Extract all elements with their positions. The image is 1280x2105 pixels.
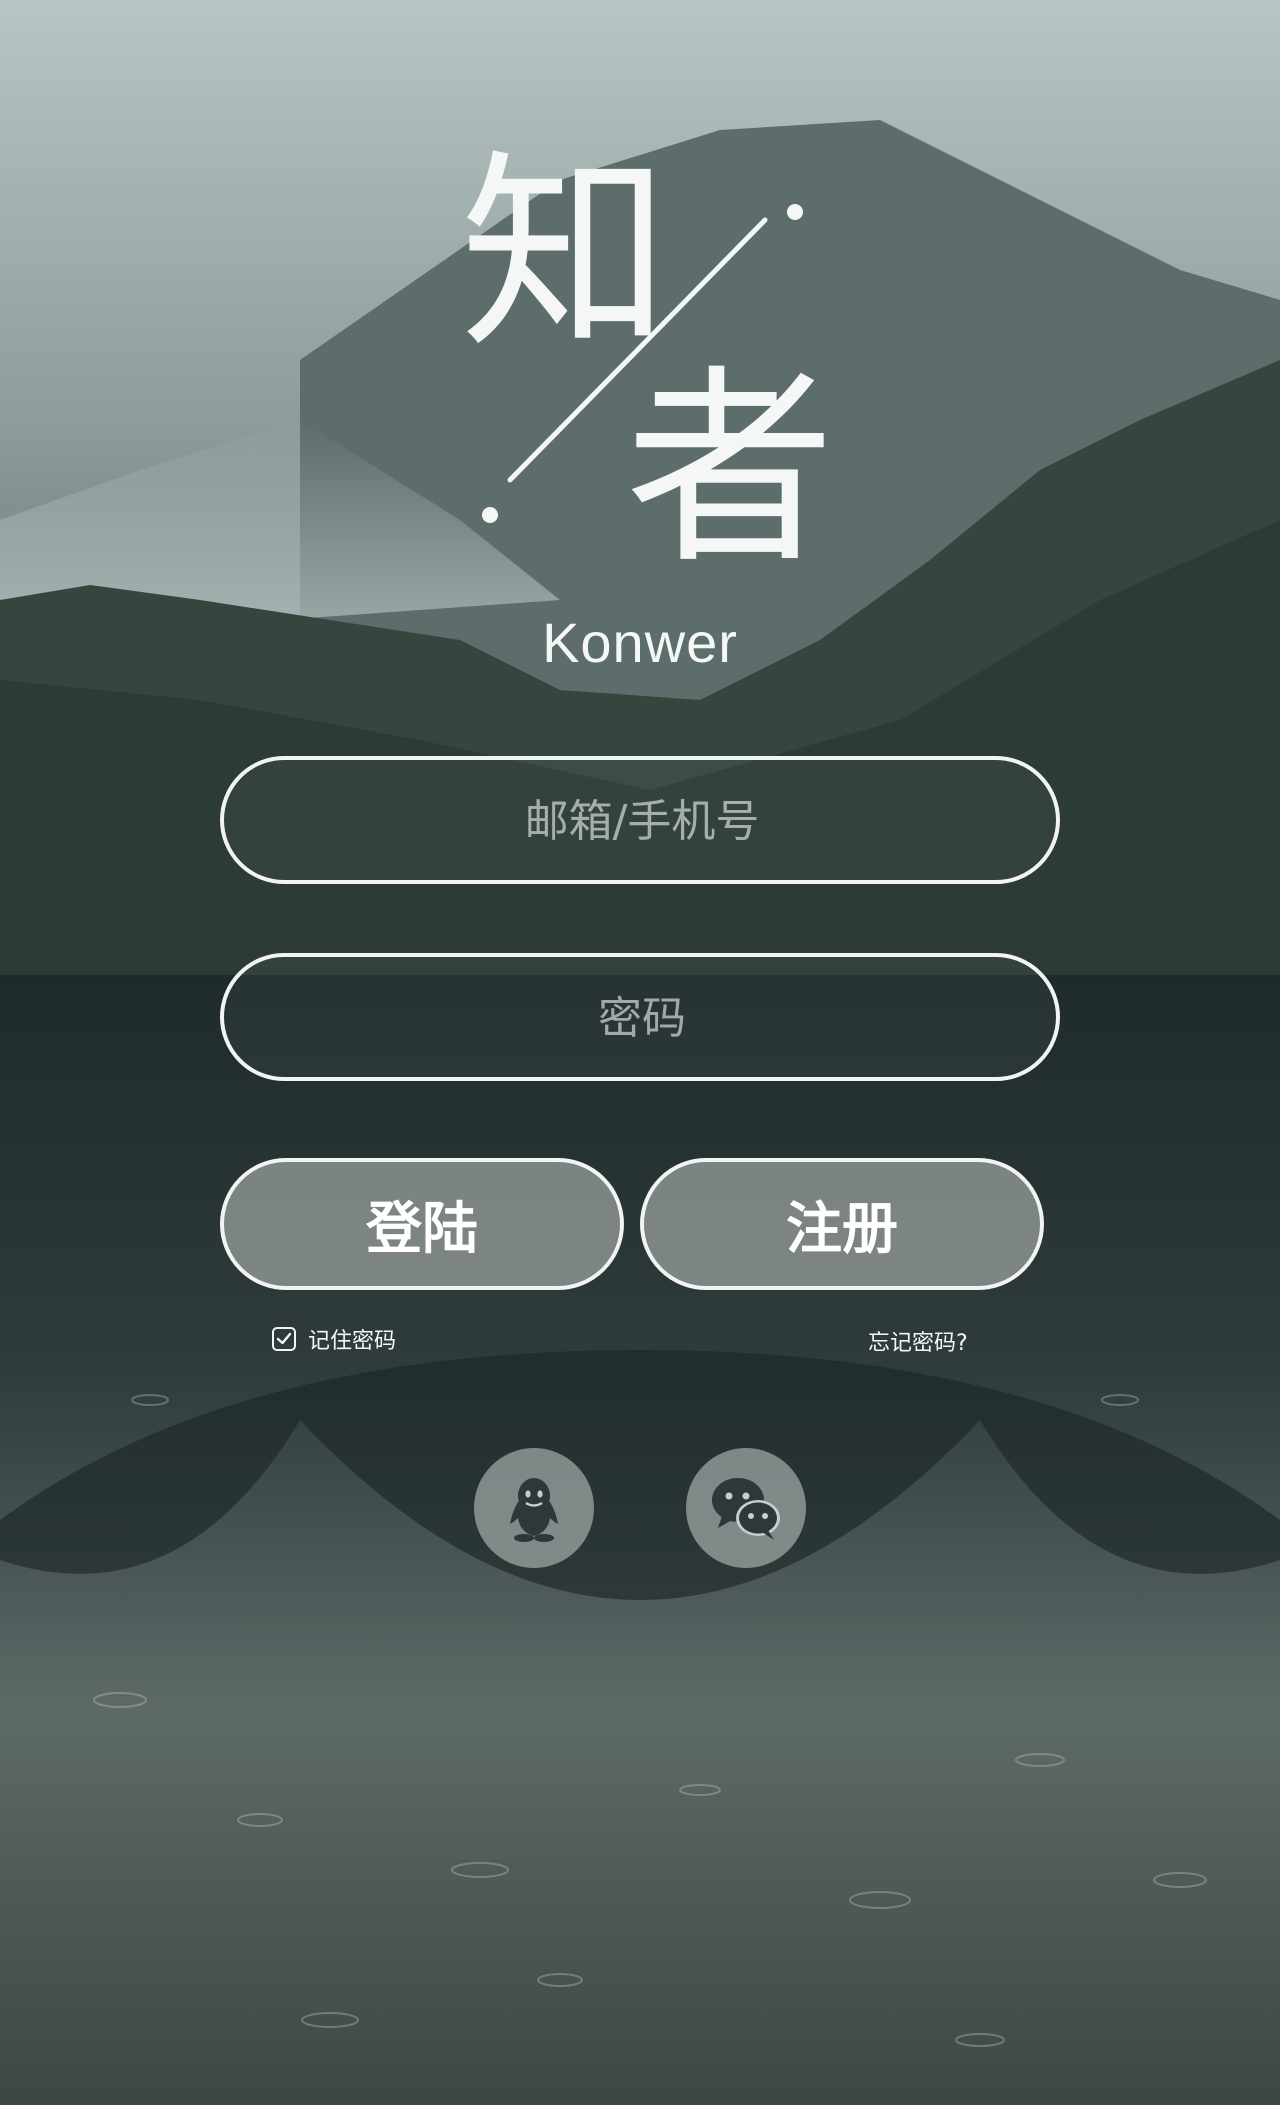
remember-password-toggle[interactable]: 记住密码 (272, 1323, 396, 1355)
brand-name: Konwer (542, 611, 738, 674)
login-button[interactable]: 登陆 (220, 1158, 624, 1290)
remember-checkbox[interactable] (272, 1327, 296, 1351)
app-logo: 知 者 (440, 150, 840, 580)
logo-character-zhi: 知 (460, 132, 671, 377)
password-field (220, 953, 1060, 1081)
account-input[interactable] (224, 760, 1060, 882)
remember-password-label: 记住密码 (308, 1329, 397, 1354)
register-button[interactable]: 注册 (640, 1158, 1044, 1290)
wechat-icon (712, 1478, 780, 1540)
qq-penguin-icon (510, 1478, 558, 1542)
qq-login-button[interactable] (474, 1448, 594, 1568)
password-input[interactable] (224, 957, 1060, 1079)
checkmark-icon (276, 1332, 292, 1345)
account-field (220, 756, 1060, 884)
wechat-login-button[interactable] (686, 1448, 806, 1568)
forgot-password-link[interactable]: 忘记密码? (868, 1325, 968, 1357)
logo-character-zhe: 者 (625, 347, 836, 592)
